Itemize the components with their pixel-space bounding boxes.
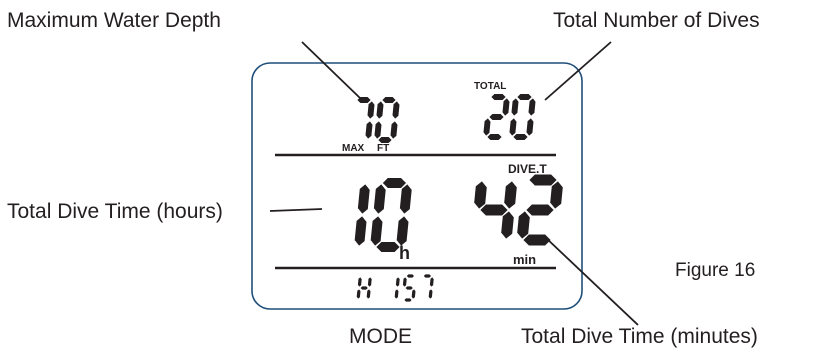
- mode-char-4-seg-b: [429, 277, 434, 287]
- lcd-digit-layer: [354, 94, 563, 302]
- minutes-digit-0-seg-f: [474, 181, 487, 209]
- mode-char-4: [423, 274, 434, 299]
- mode-char-0: [356, 277, 372, 299]
- total-dives-digit-0: [483, 94, 510, 140]
- total-dives-digit-0-seg-d: [487, 134, 502, 140]
- mode-char-2-seg-b: [395, 277, 400, 287]
- mode-char-3-seg-d: [404, 298, 412, 302]
- max-depth-digit-1-seg-f: [376, 101, 384, 119]
- total-dives-digit-0-seg-a: [491, 94, 506, 100]
- max-depth-digit-0-seg-b: [367, 101, 375, 119]
- max-label: MAX: [342, 143, 365, 154]
- mode-char-3-seg-g: [405, 286, 413, 290]
- mode-char-3-seg-f: [402, 277, 407, 287]
- max-depth-digit-0: [357, 97, 375, 139]
- max-depth-digit-0-seg-a: [357, 97, 371, 103]
- hours-digit-1: [370, 178, 412, 252]
- hours-digit-1-seg-e: [370, 216, 383, 246]
- mode-char-2-seg-c: [394, 289, 399, 299]
- hours-digit-1-seg-f: [373, 184, 386, 214]
- mode-char-0-seg-b: [367, 277, 372, 287]
- max-depth-digit-1-seg-c: [390, 121, 398, 139]
- max-depth-digit-1-seg-a: [382, 97, 396, 103]
- minutes-unit-label: min: [513, 252, 537, 267]
- total-dives-digit-0-seg-g: [489, 114, 504, 120]
- mode-char-4-seg-a: [423, 274, 431, 278]
- minutes-digit-1-seg-e: [517, 211, 530, 239]
- hours-unit-label: h: [399, 243, 410, 263]
- mode-char-3: [402, 274, 416, 302]
- hours-digit-1-seg-a: [382, 178, 406, 188]
- total-dives-digit-1-seg-e: [509, 118, 517, 136]
- hours-digit-1-seg-c: [396, 216, 409, 246]
- hours-digit-0: [354, 184, 370, 246]
- mode-char-0-seg-c: [366, 289, 371, 299]
- minutes-digit-1-seg-a: [529, 174, 557, 186]
- total-dives-digit-1: [509, 94, 536, 140]
- mode-char-2: [394, 277, 400, 299]
- total-dives-digit-1-seg-f: [511, 98, 519, 116]
- total-dives-digit-1-seg-c: [526, 118, 534, 136]
- max-depth-digit-1-seg-e: [374, 121, 382, 139]
- total-label: TOTAL: [474, 81, 507, 92]
- total-dives-digit-0-seg-e: [483, 118, 491, 136]
- max-depth-digit-1: [374, 97, 400, 143]
- minutes-digit-1-seg-g: [526, 204, 554, 216]
- total-dives-digit-0-seg-b: [502, 98, 510, 116]
- mode-char-0-seg-f: [357, 277, 362, 287]
- hours-digit-0-seg-b: [357, 184, 370, 214]
- mode-char-3-seg-a: [406, 274, 414, 278]
- mode-char-4-seg-c: [428, 289, 433, 299]
- hours-digit-0-seg-c: [354, 216, 367, 246]
- hours-digit-1-seg-d: [376, 242, 400, 252]
- minutes-digit-1-seg-d: [523, 234, 551, 246]
- mode-char-0-seg-e: [356, 289, 361, 299]
- minutes-digit-0-seg-c: [501, 211, 514, 239]
- mode-char-0-seg-g: [360, 286, 368, 290]
- total-dives-digit-1-seg-b: [528, 98, 536, 116]
- minutes-digit-1: [517, 174, 563, 246]
- hours-digit-1-seg-b: [399, 184, 412, 214]
- total-dives-digit-1-seg-a: [517, 94, 532, 100]
- total-dives-digit-1-seg-d: [513, 134, 528, 140]
- minutes-digit-0-seg-b: [504, 181, 517, 209]
- dive-t-label: DIVE.T: [508, 162, 547, 176]
- mode-char-3-seg-c: [411, 289, 416, 299]
- dive-computer-diagram: Maximum Water Depth Total Number of Dive…: [0, 0, 835, 354]
- ft-unit-label: FT: [377, 143, 390, 154]
- max-depth-digit-1-seg-b: [392, 101, 400, 119]
- minutes-digit-1-seg-b: [550, 181, 563, 209]
- minutes-digit-0: [474, 181, 517, 239]
- minutes-digit-0-seg-g: [480, 204, 508, 216]
- max-depth-digit-0-seg-c: [365, 121, 373, 139]
